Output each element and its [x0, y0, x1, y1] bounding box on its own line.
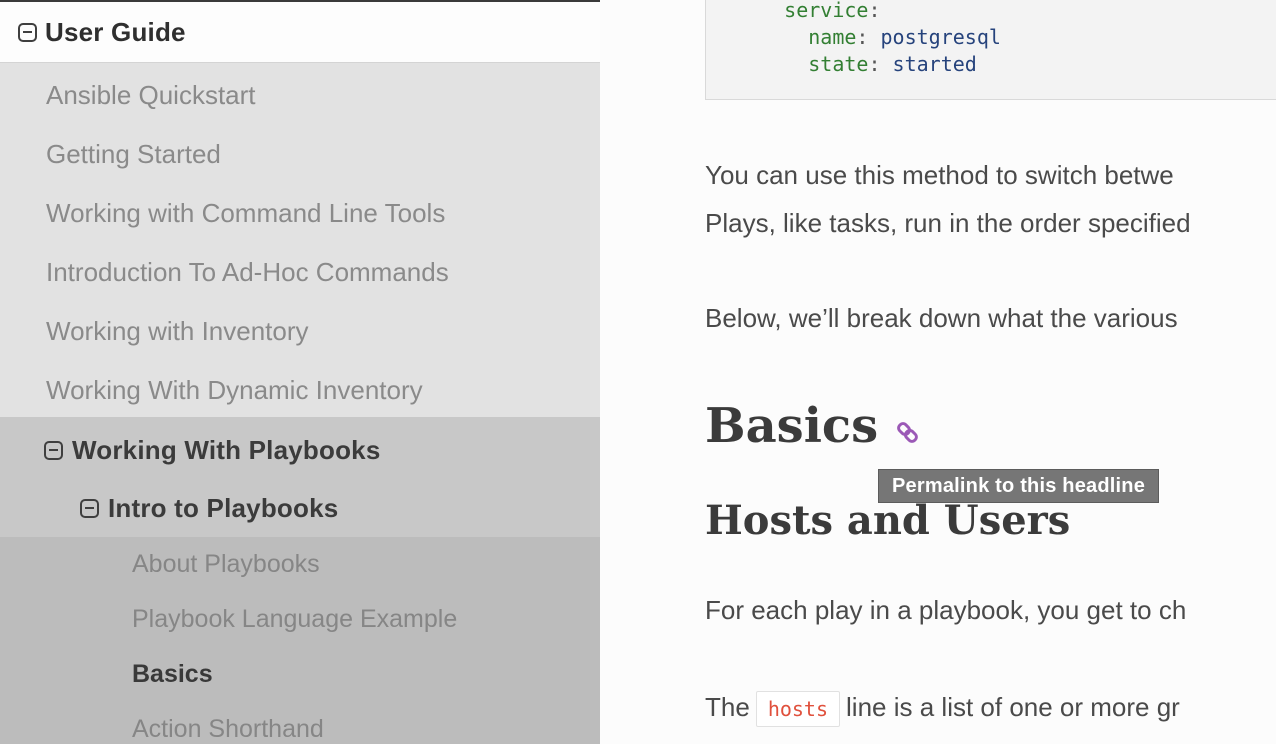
sidebar-item-working-with-inventory[interactable]: Working with Inventory: [0, 302, 600, 361]
paragraph-text: line is a list of one or more gr: [846, 692, 1180, 722]
sidebar-item-label[interactable]: Action Shorthand: [132, 715, 324, 744]
sidebar-item-label[interactable]: About Playbooks: [132, 550, 320, 579]
sidebar-item-user-guide[interactable]: User Guide: [0, 2, 600, 62]
sidebar-item-label[interactable]: Basics: [132, 660, 213, 689]
page-heading-basics: Basics: [705, 396, 921, 456]
sidebar-item-intro-to-playbooks[interactable]: Intro to Playbooks: [0, 479, 600, 537]
sidebar-item-label[interactable]: Working with Inventory: [46, 316, 309, 347]
sidebar-item-basics-current[interactable]: Basics: [0, 647, 600, 702]
sidebar-item-label[interactable]: User Guide: [45, 17, 186, 48]
paragraph: Below, we’ll break down what the various: [705, 294, 1178, 342]
sidebar-item-working-with-playbooks[interactable]: Working With Playbooks: [0, 421, 600, 479]
sidebar-nav: User Guide Ansible Quickstart Getting St…: [0, 0, 600, 744]
sidebar-item-label[interactable]: Intro to Playbooks: [108, 493, 338, 524]
sidebar-item-command-line-tools[interactable]: Working with Command Line Tools: [0, 184, 600, 243]
sidebar-item-action-shorthand[interactable]: Action Shorthand: [0, 702, 600, 744]
paragraph: For each play in a playbook, you get to …: [705, 586, 1186, 634]
sidebar-section-level3: About Playbooks Playbook Language Exampl…: [0, 537, 600, 744]
paragraph: Thehostsline is a list of one or more gr: [705, 683, 1180, 733]
sidebar-item-getting-started[interactable]: Getting Started: [0, 125, 600, 184]
code-line: service:: [736, 0, 1276, 24]
sidebar-item-label[interactable]: Working With Playbooks: [72, 435, 381, 466]
sidebar-item-dynamic-inventory[interactable]: Working With Dynamic Inventory: [0, 361, 600, 420]
sidebar-item-label[interactable]: Working with Command Line Tools: [46, 198, 445, 229]
sidebar-item-ansible-quickstart[interactable]: Ansible Quickstart: [0, 66, 600, 125]
collapse-minus-square-icon[interactable]: [18, 23, 37, 42]
yaml-code-block: service: name: postgresql state: started: [705, 0, 1276, 100]
heading-text: Basics: [705, 400, 878, 452]
sidebar-item-label[interactable]: Working With Dynamic Inventory: [46, 375, 423, 406]
inline-code-hosts: hosts: [756, 691, 840, 727]
paragraph-line: Plays, like tasks, run in the order spec…: [705, 199, 1191, 247]
sidebar-item-label[interactable]: Getting Started: [46, 139, 221, 170]
sidebar-item-adhoc-commands[interactable]: Introduction To Ad-Hoc Commands: [0, 243, 600, 302]
code-line: name: postgresql: [736, 24, 1276, 51]
paragraph: You can use this method to switch betwe …: [705, 151, 1191, 247]
sidebar-section-level1: Ansible Quickstart Getting Started Worki…: [0, 62, 600, 417]
paragraph-text: The: [705, 692, 750, 722]
chain-link-icon[interactable]: [894, 404, 921, 456]
code-line: state: started: [736, 51, 1276, 78]
sidebar-item-label[interactable]: Introduction To Ad-Hoc Commands: [46, 257, 449, 288]
sidebar-item-playbook-language-example[interactable]: Playbook Language Example: [0, 592, 600, 647]
section-heading-hosts-and-users: Hosts and Users: [705, 495, 1070, 547]
paragraph-line: You can use this method to switch betwe: [705, 151, 1191, 199]
collapse-minus-square-icon[interactable]: [44, 441, 63, 460]
doc-content: service: name: postgresql state: started…: [600, 0, 1276, 744]
collapse-minus-square-icon[interactable]: [80, 499, 99, 518]
sidebar-item-label[interactable]: Playbook Language Example: [132, 605, 457, 634]
sidebar-item-label[interactable]: Ansible Quickstart: [46, 80, 256, 111]
sidebar-item-about-playbooks[interactable]: About Playbooks: [0, 537, 600, 592]
sidebar-section-level2: Working With Playbooks Intro to Playbook…: [0, 417, 600, 537]
